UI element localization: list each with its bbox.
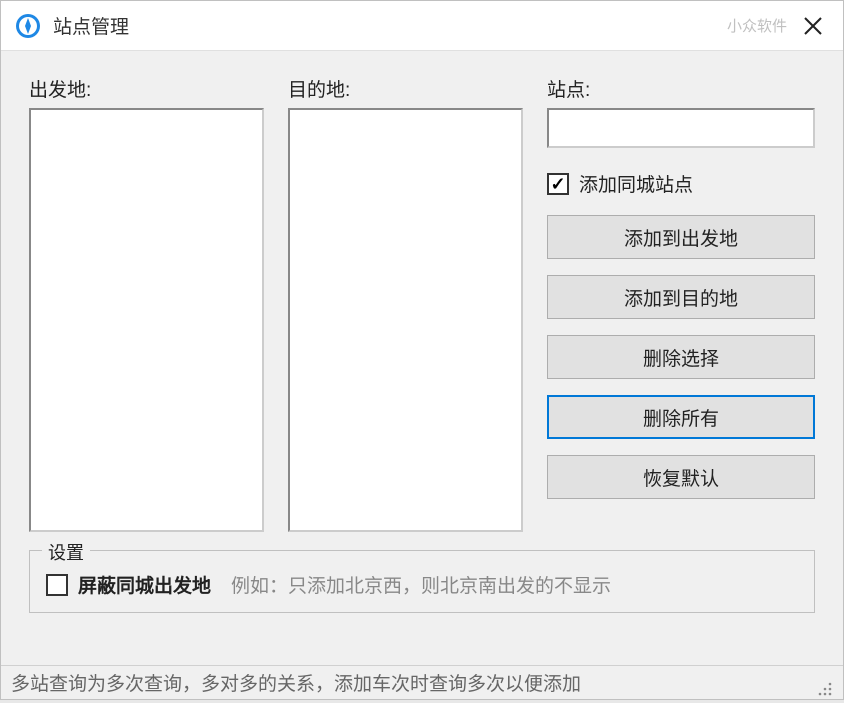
- departure-label: 出发地:: [29, 75, 264, 102]
- departure-column: 出发地:: [29, 75, 264, 532]
- window-title: 站点管理: [53, 12, 727, 39]
- mask-departure-label: 屏蔽同城出发地: [78, 571, 211, 598]
- same-city-checkbox-row[interactable]: 添加同城站点: [547, 170, 815, 197]
- destination-listbox[interactable]: [288, 108, 523, 532]
- titlebar: 站点管理 小众软件: [1, 1, 843, 51]
- add-to-destination-button[interactable]: 添加到目的地: [547, 275, 815, 319]
- add-to-departure-button[interactable]: 添加到出发地: [547, 215, 815, 259]
- station-column: 站点: 添加同城站点 添加到出发地 添加到目的地 删除选择 删除所有 恢复默认: [547, 75, 815, 532]
- dialog-window: 站点管理 小众软件 出发地: 目的地: 站点:: [0, 0, 844, 700]
- settings-hint: 例如：只添加北京西，则北京南出发的不显示: [231, 571, 611, 598]
- destination-column: 目的地:: [288, 75, 523, 532]
- resize-grip[interactable]: [815, 679, 833, 697]
- content-area: 出发地: 目的地: 站点: 添加同城站点 添加到出发地 添加到目的地 删除选择 …: [1, 51, 843, 665]
- settings-legend: 设置: [42, 539, 90, 565]
- columns-row: 出发地: 目的地: 站点: 添加同城站点 添加到出发地 添加到目的地 删除选择 …: [29, 75, 815, 532]
- settings-group: 设置 屏蔽同城出发地 例如：只添加北京西，则北京南出发的不显示: [29, 550, 815, 613]
- departure-listbox[interactable]: [29, 108, 264, 532]
- mask-departure-checkbox[interactable]: [46, 574, 68, 596]
- destination-label: 目的地:: [288, 75, 523, 102]
- station-label: 站点:: [547, 75, 815, 102]
- same-city-checkbox[interactable]: [547, 173, 569, 195]
- station-input[interactable]: [547, 108, 815, 148]
- delete-selected-button[interactable]: 删除选择: [547, 335, 815, 379]
- statusbar-text: 多站查询为多次查询，多对多的关系，添加车次时查询多次以便添加: [11, 669, 815, 696]
- watermark-text: 小众软件: [727, 15, 787, 36]
- same-city-checkbox-label: 添加同城站点: [579, 170, 693, 197]
- app-icon: [15, 13, 41, 39]
- settings-row: 屏蔽同城出发地 例如：只添加北京西，则北京南出发的不显示: [46, 571, 798, 598]
- close-icon: [803, 16, 823, 36]
- statusbar: 多站查询为多次查询，多对多的关系，添加车次时查询多次以便添加: [1, 665, 843, 699]
- restore-default-button[interactable]: 恢复默认: [547, 455, 815, 499]
- delete-all-button[interactable]: 删除所有: [547, 395, 815, 439]
- close-button[interactable]: [797, 10, 829, 42]
